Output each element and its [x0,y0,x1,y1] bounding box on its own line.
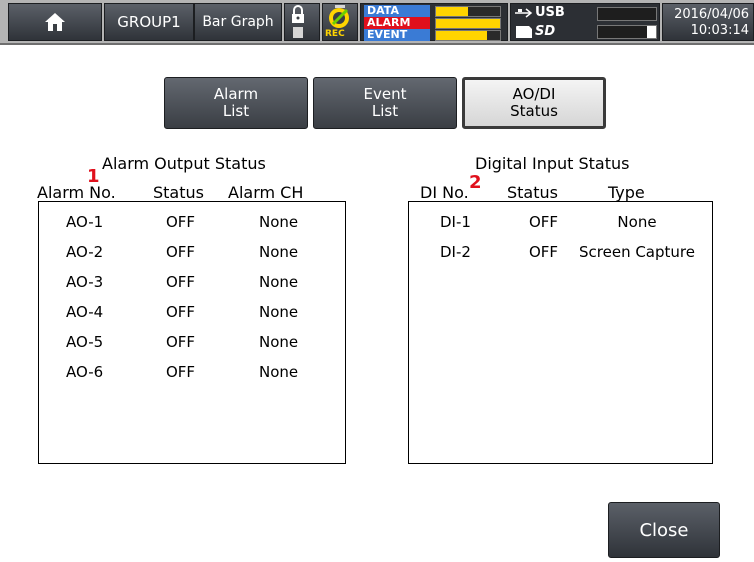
table-row: AO-5 OFF None [39,333,345,353]
tab-event-list-line1: Event [363,85,407,103]
time-display: 10:03:14 [690,23,749,38]
tab-event-list[interactable]: Event List [313,77,457,129]
table-row: AO-1 OFF None [39,213,345,233]
recording-status-panel: DATA ALARM EVENT [360,3,508,41]
alarm-ch-header: Alarm CH [228,183,304,202]
ao-status: OFF [166,213,196,231]
ao-alarm-ch: None [259,273,299,291]
table-row: AO-4 OFF None [39,303,345,323]
tab-alarm-list[interactable]: Alarm List [164,77,308,129]
alarm-output-title: Alarm Output Status [102,154,266,173]
rec-status: REC [322,3,358,41]
table-row: AO-2 OFF None [39,243,345,263]
ao-alarm-ch: None [259,213,299,231]
ao-status: OFF [166,363,196,381]
tab-ao-di-status[interactable]: AO/DI Status [462,77,606,129]
data-meter [435,5,501,17]
alarm-meter-fill [436,18,500,28]
home-icon [45,13,65,31]
table-row: AO-3 OFF None [39,273,345,293]
clock: 2016/04/06 10:03:14 [662,3,754,41]
digital-input-list[interactable]: DI-1 OFF None DI-2 OFF Screen Capture [408,201,713,464]
di-type-header: Type [608,183,645,202]
ao-status: OFF [166,243,196,261]
ao-number: AO-2 [66,243,104,261]
top-status-bar: GROUP1 Bar Graph REC DATA ALARM EVENT US… [0,0,754,45]
ao-number: AO-1 [66,213,104,231]
di-number: DI-1 [440,213,471,231]
table-row: DI-1 OFF None [409,213,712,233]
tab-alarm-list-line2: List [222,102,250,120]
group-selector[interactable]: GROUP1 [104,3,194,41]
alarm-output-list[interactable]: AO-1 OFF None AO-2 OFF None AO-3 OFF Non… [38,201,346,464]
recording-icon [329,5,349,28]
table-row: DI-2 OFF Screen Capture [409,243,712,263]
callout-marker-2: 2 [469,172,482,193]
media-status-panel: USB SD [510,3,660,41]
data-meter-fill [436,6,468,16]
di-status: OFF [529,243,559,261]
tab-ao-di-status-line1: AO/DI [512,85,556,103]
usb-label: USB [535,5,565,20]
group-label: GROUP1 [117,13,181,31]
ao-alarm-ch: None [259,363,299,381]
ao-number: AO-4 [66,303,104,321]
event-meter [435,29,501,41]
event-status-row: EVENT [364,29,501,41]
ao-alarm-ch: None [259,333,299,351]
event-status-label: EVENT [364,29,430,41]
home-button[interactable] [8,3,102,41]
tab-event-list-line2: List [371,102,399,120]
view-selector[interactable]: Bar Graph [194,3,282,41]
ao-status: OFF [166,273,196,291]
ao-alarm-ch: None [259,243,299,261]
lock-icon [292,5,304,38]
tab-ao-di-status-line2: Status [510,102,558,120]
table-row: AO-6 OFF None [39,363,345,383]
sd-meter-fill [647,26,656,38]
lock-button[interactable] [284,3,320,41]
di-status: OFF [529,213,559,231]
view-label: Bar Graph [202,14,274,30]
di-number: DI-2 [440,243,471,261]
callout-marker-1: 1 [87,166,100,187]
ao-number: AO-3 [66,273,104,291]
di-no-header: DI No. [420,183,469,202]
ao-status: OFF [166,333,196,351]
alarm-status-header: Status [153,183,204,202]
close-button[interactable]: Close [608,502,720,558]
tab-alarm-list-line1: Alarm [213,85,259,103]
alarm-meter [435,17,501,29]
di-type: None [617,213,657,231]
sd-label: SD [535,24,556,39]
rec-label: REC [325,29,345,39]
usb-meter [597,7,657,21]
date-display: 2016/04/06 [674,7,749,22]
ao-status: OFF [166,303,196,321]
sd-card-icon [516,26,532,38]
sd-meter [597,25,657,39]
ao-number: AO-5 [66,333,104,351]
di-type: Screen Capture [579,243,695,261]
digital-input-title: Digital Input Status [475,154,630,173]
usb-icon [515,8,533,18]
event-meter-fill [436,30,488,40]
di-status-header: Status [507,183,558,202]
close-button-label: Close [639,519,689,541]
ao-alarm-ch: None [259,303,299,321]
alarm-no-header: Alarm No. [37,183,116,202]
ao-number: AO-6 [66,363,104,381]
